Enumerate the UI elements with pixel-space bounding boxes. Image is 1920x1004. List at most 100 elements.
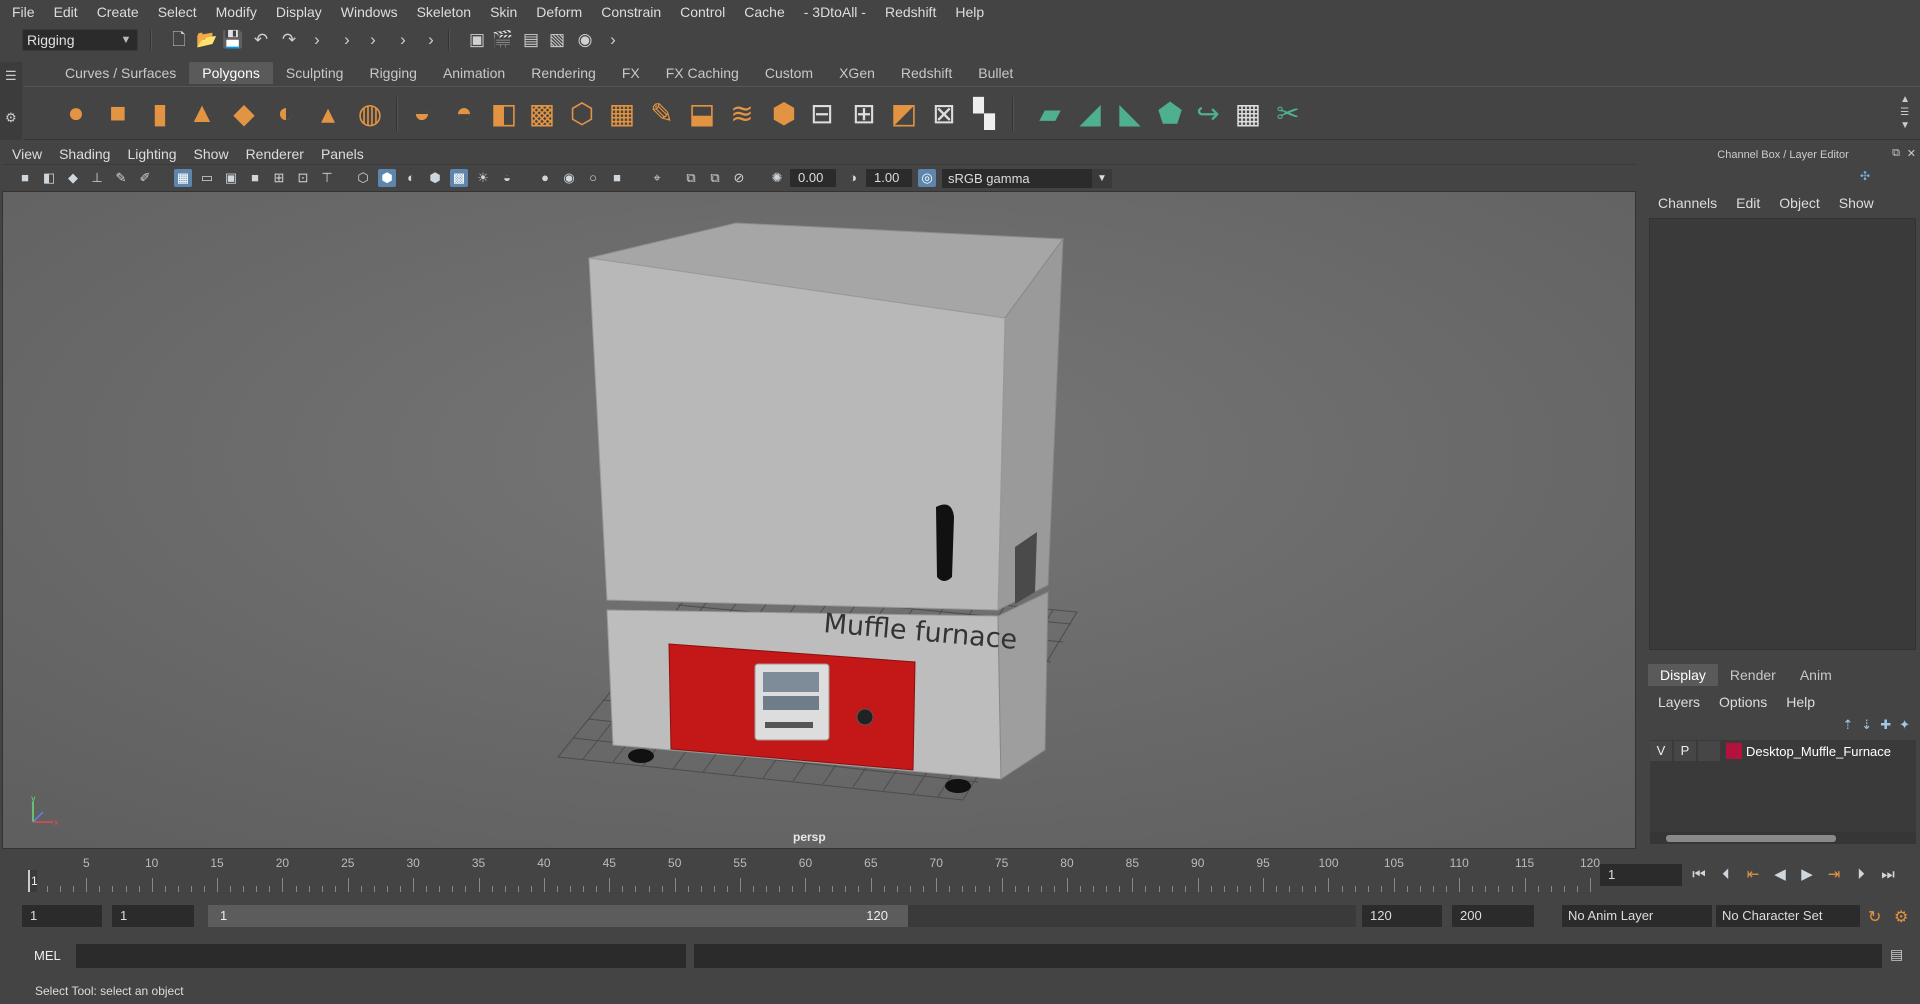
scrollbar-thumb[interactable] <box>1666 835 1836 842</box>
render-view-icon[interactable]: ▣ <box>466 30 488 50</box>
insert-edge-loop-icon[interactable]: ⊞ <box>846 95 882 131</box>
quad-draw-icon[interactable]: ▚ <box>966 95 1002 131</box>
shelf-tab-sculpting[interactable]: Sculpting <box>273 62 357 84</box>
exposure-icon[interactable]: ✺ <box>768 169 786 187</box>
two-d-pan-icon[interactable]: ✐ <box>136 169 154 187</box>
image-plane-icon[interactable]: ⊥ <box>88 169 106 187</box>
channel-box-menu-show[interactable]: Show <box>1839 195 1874 211</box>
poly-cube-icon[interactable]: ■ <box>100 95 136 131</box>
menu-3dtoall[interactable]: - 3DtoAll - <box>804 4 866 20</box>
shelf-menu-icon[interactable]: ☰ <box>5 68 17 84</box>
layer-tab-display[interactable]: Display <box>1648 664 1718 686</box>
xray-icon[interactable]: ⧉ <box>682 169 700 187</box>
menu-create[interactable]: Create <box>97 4 139 20</box>
collapse-arrow-icon[interactable]: › <box>336 30 358 50</box>
animation-preferences-icon[interactable]: ⚙ <box>1894 907 1908 927</box>
shelf-tab-xgen[interactable]: XGen <box>826 62 888 84</box>
play-forwards-icon[interactable]: ▶ <box>1796 864 1818 886</box>
field-chart-icon[interactable]: ⊞ <box>270 169 288 187</box>
range-slider[interactable]: 1 120 <box>208 905 1356 927</box>
new-layer-icon[interactable]: ✚ <box>1880 717 1891 733</box>
camera-attributes-icon[interactable]: ◧ <box>40 169 58 187</box>
shelf-tab-fx[interactable]: FX <box>609 62 653 84</box>
multi-cut-icon[interactable]: ⊟ <box>804 95 840 131</box>
move-layer-down-icon[interactable]: ⇣ <box>1861 717 1872 733</box>
menu-set-dropdown[interactable]: Rigging ▼ <box>22 29 138 51</box>
safe-title-icon[interactable]: ⊤ <box>318 169 336 187</box>
layer-menu-help[interactable]: Help <box>1786 694 1815 710</box>
mirror-icon[interactable]: ◧ <box>486 95 522 131</box>
select-camera-icon[interactable]: ■ <box>16 169 34 187</box>
extrude-icon[interactable]: ⬡ <box>564 95 600 131</box>
script-editor-icon[interactable]: ▤ <box>1890 946 1903 963</box>
gear-icon[interactable]: ⚙ <box>5 110 17 126</box>
view-transform-dropdown[interactable]: sRGB gamma ▼ <box>942 169 1112 188</box>
poly-plane-icon[interactable]: ◆ <box>226 95 262 131</box>
menu-redshift[interactable]: Redshift <box>885 4 936 20</box>
poly-sphere-icon[interactable]: ● <box>58 95 94 131</box>
shelf-tab-polygons[interactable]: Polygons <box>189 62 273 84</box>
layer-tab-anim[interactable]: Anim <box>1788 664 1844 686</box>
menu-constrain[interactable]: Constrain <box>601 4 661 20</box>
step-back-key-icon[interactable]: ⇤ <box>1742 864 1764 886</box>
isolate-select-icon[interactable]: ⌖ <box>648 169 666 187</box>
hypershade-icon[interactable]: ◉ <box>574 30 596 50</box>
xray-joints-icon[interactable]: ⊘ <box>730 169 748 187</box>
collapse-arrow-icon[interactable]: › <box>362 30 384 50</box>
channel-box-menu-edit[interactable]: Edit <box>1736 195 1760 211</box>
target-weld-icon[interactable]: ⊠ <box>926 95 962 131</box>
undo-icon[interactable]: ↶ <box>250 30 272 50</box>
menu-modify[interactable]: Modify <box>216 4 257 20</box>
menu-skeleton[interactable]: Skeleton <box>417 4 471 20</box>
shelf-tab-bullet[interactable]: Bullet <box>965 62 1026 84</box>
float-icon[interactable]: ⧉ <box>1892 147 1900 160</box>
xray-active-icon[interactable]: ⧉ <box>706 169 724 187</box>
viewport-menu-show[interactable]: Show <box>194 146 229 162</box>
shelf-tab-custom[interactable]: Custom <box>752 62 826 84</box>
layer-playback-toggle[interactable]: P <box>1674 741 1696 761</box>
auto-key-icon[interactable]: ↻ <box>1868 907 1881 927</box>
smooth-shade-icon[interactable]: ⬢ <box>378 169 396 187</box>
poly-cone-icon[interactable]: ▲ <box>184 95 220 131</box>
viewport-menu-renderer[interactable]: Renderer <box>246 146 304 162</box>
motion-blur-icon[interactable]: ◉ <box>560 169 578 187</box>
collapse-arrow-icon[interactable]: › <box>306 30 328 50</box>
animation-end-field[interactable]: 200 <box>1452 905 1534 927</box>
menu-control[interactable]: Control <box>680 4 725 20</box>
playback-end-field[interactable]: 120 <box>1362 905 1442 927</box>
layer-tab-render[interactable]: Render <box>1718 664 1788 686</box>
shelf-scroll-icon[interactable]: ▲ ☰ ▼ <box>1900 93 1910 132</box>
combine-icon[interactable]: ◒ <box>404 95 440 131</box>
poly-pipe-icon[interactable]: ◍ <box>352 95 388 131</box>
gamma-icon[interactable]: ◑ <box>844 169 862 187</box>
perspective-viewport[interactable]: Muffle furnace x y persp <box>2 191 1636 849</box>
screen-space-ao-icon[interactable]: ● <box>536 169 554 187</box>
collapse-arrow-icon[interactable]: › <box>392 30 414 50</box>
automatic-mapping-icon[interactable]: ⬟ <box>1152 95 1188 131</box>
viewport-menu-view[interactable]: View <box>12 146 42 162</box>
merge-icon[interactable]: ⬢ <box>766 95 802 131</box>
unfold-uv-icon[interactable]: ↪ <box>1190 95 1226 131</box>
step-back-icon[interactable]: ⏴ <box>1715 864 1737 886</box>
wireframe-icon[interactable]: ⬡ <box>354 169 372 187</box>
shelf-tab-rigging[interactable]: Rigging <box>356 62 429 84</box>
gate-mask-icon[interactable]: ■ <box>246 169 264 187</box>
command-language-label[interactable]: MEL <box>34 948 61 963</box>
bridge-icon[interactable]: ✎ <box>644 95 680 131</box>
fill-hole-icon[interactable]: ≋ <box>724 95 760 131</box>
render-settings-icon[interactable]: ▧ <box>546 30 568 50</box>
layer-menu-layers[interactable]: Layers <box>1658 694 1700 710</box>
shelf-tab-rendering[interactable]: Rendering <box>518 62 609 84</box>
poly-pyramid-icon[interactable]: ▴ <box>310 95 346 131</box>
menu-cache[interactable]: Cache <box>744 4 784 20</box>
separate-icon[interactable]: ◓ <box>446 95 482 131</box>
character-set-dropdown[interactable]: No Character Set <box>1716 905 1860 927</box>
shelf-tab-fx-caching[interactable]: FX Caching <box>653 62 752 84</box>
layer-display-type-toggle[interactable] <box>1698 741 1720 761</box>
offset-edge-loop-icon[interactable]: ◩ <box>886 95 922 131</box>
smooth-icon[interactable]: ▩ <box>524 95 560 131</box>
animation-start-field[interactable]: 1 <box>22 905 102 927</box>
viewport-menu-panels[interactable]: Panels <box>321 146 364 162</box>
menu-display[interactable]: Display <box>276 4 322 20</box>
film-gate-icon[interactable]: ▭ <box>198 169 216 187</box>
